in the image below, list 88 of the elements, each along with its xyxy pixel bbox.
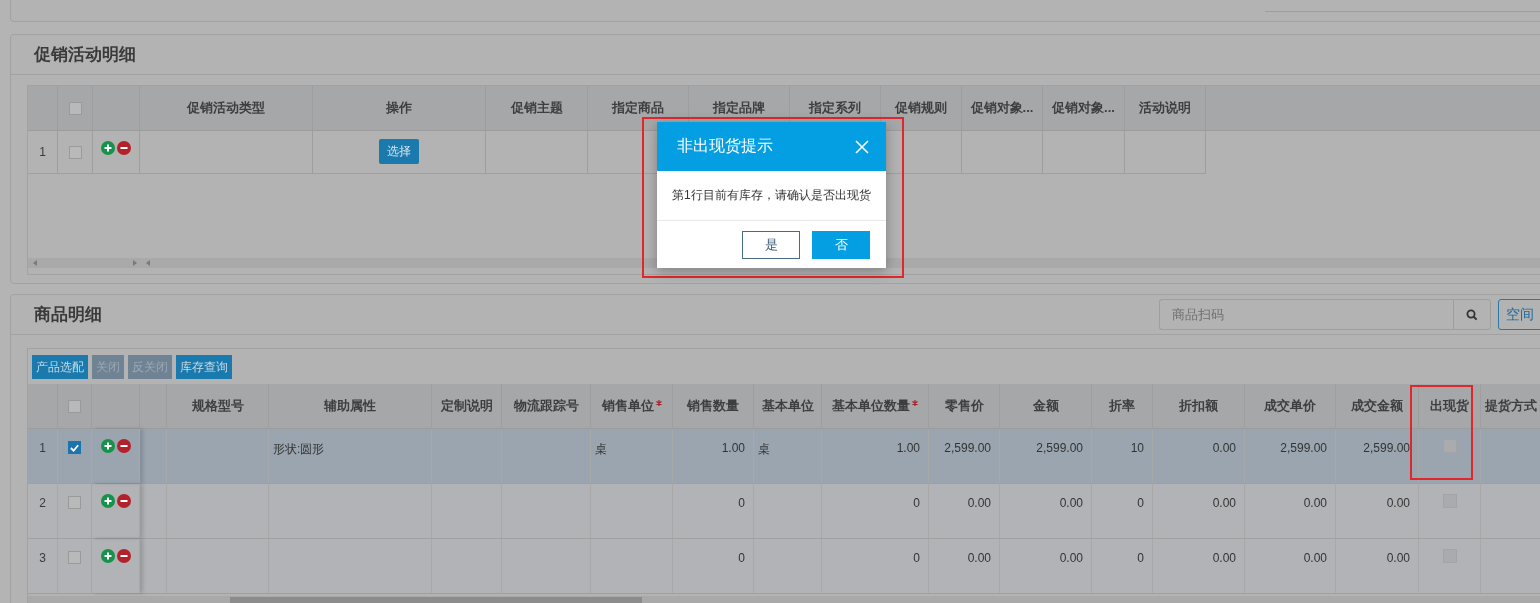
row-number: 2 <box>39 496 46 510</box>
close-icon[interactable] <box>855 139 869 154</box>
column-header: 基本单位数量 <box>832 397 910 415</box>
section-title: 促销活动明细 <box>34 44 136 66</box>
column-header: 提货方式 <box>1484 397 1537 415</box>
table-cell: 0 <box>913 496 920 510</box>
secondary-button[interactable]: 是 <box>742 230 800 259</box>
table-cell: 0.00 <box>1059 551 1083 565</box>
table-cell: 1.00 <box>721 441 745 455</box>
table-cell: 桌 <box>758 441 770 458</box>
row-number: 1 <box>39 145 46 159</box>
select-button[interactable]: 选择 <box>379 139 419 164</box>
row-checkbox[interactable] <box>68 145 82 159</box>
table-cell: 0.00 <box>1386 551 1410 565</box>
table-cell: 0.00 <box>1303 496 1327 510</box>
column-header: 指定商品 <box>612 99 664 117</box>
row-checkbox[interactable] <box>68 441 81 454</box>
table-cell: 0 <box>738 496 745 510</box>
column-header: 成交单价 <box>1264 397 1316 415</box>
space-button[interactable]: 空间 <box>1498 299 1540 330</box>
dialog-title: 非出现货提示 <box>677 136 773 156</box>
column-header: 指定品牌 <box>713 99 765 117</box>
column-header: 操作 <box>386 99 412 117</box>
remove-icon[interactable] <box>116 494 131 508</box>
dialog-message: 第1行目前有库存，请确认是否出现货 <box>672 187 871 204</box>
table-cell: 0.00 <box>1212 551 1236 565</box>
column-header: 折率 <box>1109 397 1135 415</box>
column-header: 出现货 <box>1430 397 1469 415</box>
table-cell: 0.00 <box>967 551 991 565</box>
row-checkbox[interactable] <box>68 551 81 564</box>
table-row[interactable]: 2 0 0 0.00 0.00 0 0.00 0.00 0.00 <box>28 484 1540 539</box>
search-button[interactable] <box>1453 299 1491 330</box>
table-cell: 2,599.00 <box>944 441 991 455</box>
primary-button[interactable]: 否 <box>812 230 870 259</box>
column-header: 促销规则 <box>895 99 947 117</box>
column-header: 销售数量 <box>687 397 739 415</box>
table-cell: 10 <box>1130 441 1144 455</box>
table-cell: 2,599.00 <box>1363 441 1410 455</box>
table-cell: 0 <box>913 551 920 565</box>
column-header: 促销对象... <box>1052 99 1115 117</box>
add-icon[interactable] <box>100 494 115 508</box>
column-header: 定制说明 <box>440 397 493 415</box>
select-all-checkbox[interactable] <box>68 399 81 413</box>
table-cell: 0.00 <box>1303 551 1327 565</box>
table-cell: 0.00 <box>1212 441 1236 455</box>
table-cell: 0 <box>1137 551 1144 565</box>
table-cell: 0.00 <box>1212 496 1236 510</box>
row-checkbox[interactable] <box>68 496 81 509</box>
search-icon <box>1466 308 1478 321</box>
table-cell: 0 <box>738 551 745 565</box>
table-cell: 2,599.00 <box>1036 441 1083 455</box>
table-cell: 形状:圆形 <box>273 441 325 458</box>
column-header: 基本单位 <box>761 397 814 415</box>
toolbar-button[interactable]: 产品选配 <box>32 355 88 379</box>
table-cell: 1.00 <box>896 441 920 455</box>
table-row[interactable]: 1 形状:圆形 桌 1.00 桌 1.00 2,599.00 2,599.00 10 0.00 2,599.00 2,599.00 <box>28 429 1540 484</box>
column-header: 促销活动类型 <box>187 99 265 117</box>
table-cell: 2,599.00 <box>1280 441 1327 455</box>
column-header: 指定系列 <box>809 99 861 117</box>
add-icon[interactable] <box>100 549 115 563</box>
table-cell: 桌 <box>595 441 607 458</box>
table-cell: 0 <box>1137 496 1144 510</box>
add-icon[interactable] <box>101 141 115 155</box>
column-header: 成交金额 <box>1351 397 1403 415</box>
remove-icon[interactable] <box>116 439 131 453</box>
table-cell: 0.00 <box>1386 496 1410 510</box>
search-field[interactable]: 商品扫码 <box>1159 299 1453 330</box>
row-number: 1 <box>39 441 46 455</box>
table-cell: 0.00 <box>967 496 991 510</box>
table-row[interactable]: 3 0 0 0.00 0.00 0 0.00 0.00 0.00 <box>28 539 1540 594</box>
remove-icon[interactable] <box>116 549 131 563</box>
section-title: 商品明细 <box>34 304 102 326</box>
column-header: 金额 <box>1032 397 1059 415</box>
toolbar-button[interactable]: 库存查询 <box>176 355 232 379</box>
remove-icon[interactable] <box>117 141 131 155</box>
column-header: 规格型号 <box>191 397 244 415</box>
column-header: 辅助属性 <box>324 397 376 415</box>
select-all-checkbox[interactable] <box>68 101 82 115</box>
column-header: 促销对象... <box>970 99 1034 117</box>
column-header: 活动说明 <box>1139 99 1191 117</box>
add-icon[interactable] <box>100 439 115 453</box>
column-header: 促销主题 <box>510 99 563 117</box>
column-header: 折扣额 <box>1179 397 1218 415</box>
row-number: 3 <box>39 551 46 565</box>
column-header: 销售单位 <box>601 397 654 415</box>
column-header: 零售价 <box>944 397 984 415</box>
column-header: 物流跟踪号 <box>513 397 579 415</box>
table-cell: 0.00 <box>1059 496 1083 510</box>
